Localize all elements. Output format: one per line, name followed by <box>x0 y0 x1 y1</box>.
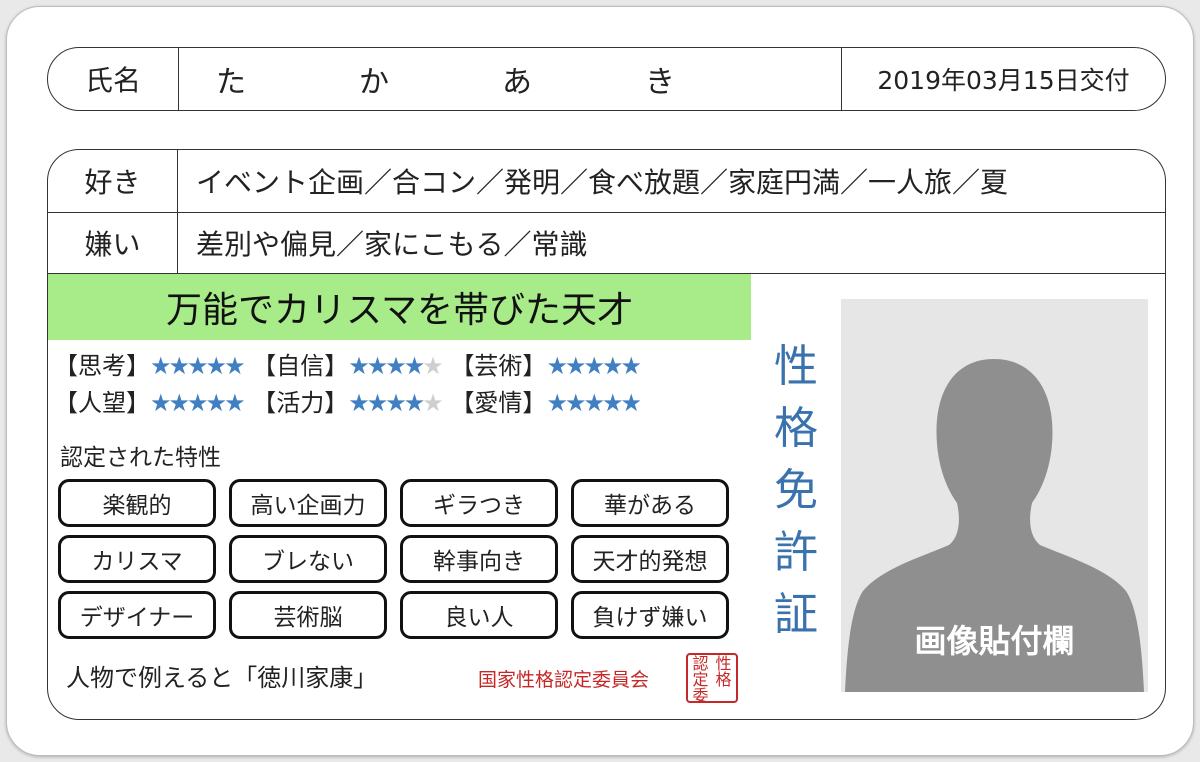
star-rating: ★★★★★ <box>546 352 642 380</box>
star-filled-icon: ★ <box>168 352 190 380</box>
seal-char <box>712 688 735 704</box>
license-card: 氏名 た か あ き 2019年03月15日交付 好き イベント企画／合コン／発… <box>6 6 1194 756</box>
trait-badge: カリスマ <box>58 535 216 583</box>
dislikes-row: 嫌い 差別や偏見／家にこもる／常識 <box>48 213 1165 274</box>
star-filled-icon: ★ <box>620 352 642 380</box>
stats-line: 【思考】★★★★★ 【自信】★★★★★ 【芸術】★★★★★ <box>54 348 642 385</box>
license-title: 性 格 免 許 証 <box>766 336 826 646</box>
star-filled-icon: ★ <box>385 352 406 380</box>
dislikes-label: 嫌い <box>48 213 178 273</box>
star-filled-icon: ★ <box>366 389 388 417</box>
star-filled-icon: ★ <box>224 389 245 417</box>
likes-value: イベント企画／合コン／発明／食べ放題／家庭円満／一人旅／夏 <box>196 166 1009 199</box>
title-char: 免 <box>774 465 818 516</box>
trait-badge: 良い人 <box>400 591 558 639</box>
trait-badge: デザイナー <box>58 591 216 639</box>
star-empty-icon: ★ <box>422 389 443 417</box>
traits-grid: 楽観的 高い企画力 ギラつき 華がある カリスマ ブレない 幹事向き 天才的発想… <box>58 479 730 639</box>
star-rating: ★★★★★ <box>150 389 246 417</box>
star-filled-icon: ★ <box>348 389 369 417</box>
trait-badge: 芸術脳 <box>229 591 387 639</box>
details-box: 好き イベント企画／合コン／発明／食べ放題／家庭円満／一人旅／夏 嫌い 差別や偏… <box>47 149 1166 720</box>
name-value: た か あ き <box>178 48 841 110</box>
name-char: た <box>216 65 246 100</box>
issue-date: 2019年03月15日交付 <box>841 48 1165 110</box>
star-filled-icon: ★ <box>205 389 227 417</box>
stat: 【人望】★★★★★ <box>54 385 246 422</box>
name-row: 氏名 た か あ き 2019年03月15日交付 <box>47 47 1166 111</box>
title-char: 性 <box>774 341 818 392</box>
star-rating: ★★★★★ <box>348 389 444 417</box>
headline: 万能でカリスマを帯びた天才 <box>48 274 751 340</box>
stat: 【自信】★★★★★ <box>252 348 444 385</box>
star-filled-icon: ★ <box>187 352 208 380</box>
seal-stamp: 認 性 定 格 委 <box>686 653 738 705</box>
star-filled-icon: ★ <box>583 389 604 417</box>
star-filled-icon: ★ <box>546 352 567 380</box>
stat-name: 【愛情】 <box>450 389 547 417</box>
trait-badge: 負けず嫌い <box>571 591 729 639</box>
title-char: 格 <box>774 403 818 454</box>
name-char: あ <box>502 65 532 100</box>
star-filled-icon: ★ <box>168 389 190 417</box>
trait-badge: 天才的発想 <box>571 535 729 583</box>
name-label: 氏名 <box>48 48 179 110</box>
seal-char: 格 <box>715 670 732 689</box>
star-empty-icon: ★ <box>422 352 443 380</box>
title-char: 証 <box>774 589 818 640</box>
stat-name: 【芸術】 <box>450 352 547 380</box>
stat-name: 【活力】 <box>252 389 349 417</box>
star-filled-icon: ★ <box>601 352 623 380</box>
stats-block: 【思考】★★★★★ 【自信】★★★★★ 【芸術】★★★★★ 【人望】★★★★★ … <box>54 348 642 422</box>
star-filled-icon: ★ <box>150 352 171 380</box>
star-filled-icon: ★ <box>564 389 586 417</box>
trait-badge: ブレない <box>229 535 387 583</box>
trait-badge: 高い企画力 <box>229 479 387 527</box>
stat: 【思考】★★★★★ <box>54 348 246 385</box>
title-char: 許 <box>774 527 818 578</box>
star-filled-icon: ★ <box>205 352 227 380</box>
star-rating: ★★★★★ <box>348 352 444 380</box>
star-filled-icon: ★ <box>403 352 425 380</box>
stat-name: 【自信】 <box>252 352 349 380</box>
star-filled-icon: ★ <box>187 389 208 417</box>
likes-row: 好き イベント企画／合コン／発明／食べ放題／家庭円満／一人旅／夏 <box>48 150 1165 213</box>
dislikes-value: 差別や偏見／家にこもる／常識 <box>196 228 588 261</box>
star-filled-icon: ★ <box>564 352 586 380</box>
trait-badge: 楽観的 <box>58 479 216 527</box>
star-filled-icon: ★ <box>348 352 369 380</box>
stats-line: 【人望】★★★★★ 【活力】★★★★★ 【愛情】★★★★★ <box>54 385 642 422</box>
star-filled-icon: ★ <box>546 389 567 417</box>
likes-label: 好き <box>48 150 178 212</box>
committee-name: 国家性格認定委員会 <box>478 669 650 691</box>
name-char: き <box>645 65 675 100</box>
photo-placeholder: 画像貼付欄 <box>841 299 1148 692</box>
star-filled-icon: ★ <box>150 389 171 417</box>
stat: 【愛情】★★★★★ <box>450 385 642 422</box>
star-filled-icon: ★ <box>224 352 245 380</box>
star-filled-icon: ★ <box>403 389 425 417</box>
trait-badge: 幹事向き <box>400 535 558 583</box>
star-filled-icon: ★ <box>366 352 388 380</box>
trait-badge: 華がある <box>571 479 729 527</box>
stat-name: 【人望】 <box>54 389 150 417</box>
stat: 【活力】★★★★★ <box>252 385 444 422</box>
star-rating: ★★★★★ <box>150 352 246 380</box>
star-rating: ★★★★★ <box>546 389 642 417</box>
traits-label: 認定された特性 <box>60 445 221 471</box>
star-filled-icon: ★ <box>583 352 604 380</box>
star-filled-icon: ★ <box>385 389 406 417</box>
star-filled-icon: ★ <box>601 389 623 417</box>
photo-label: 画像貼付欄 <box>914 622 1075 660</box>
trait-badge: ギラつき <box>400 479 558 527</box>
person-example: 人物で例えると「徳川家康」 <box>66 664 378 692</box>
name-char: か <box>359 65 389 100</box>
star-filled-icon: ★ <box>620 389 642 417</box>
stat: 【芸術】★★★★★ <box>450 348 642 385</box>
seal-char: 委 <box>692 686 709 705</box>
stat-name: 【思考】 <box>54 352 150 380</box>
